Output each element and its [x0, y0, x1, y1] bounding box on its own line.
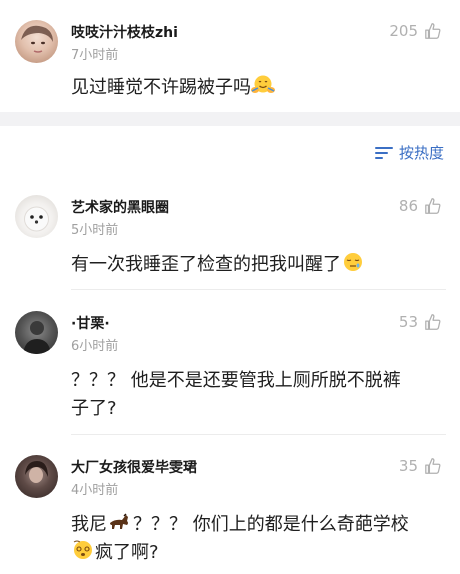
sleepy-face-icon: [344, 253, 362, 271]
like-count: 86: [398, 197, 418, 215]
comment-text-content: ？？？ 你们上的都是什么奇葩学校: [133, 514, 409, 535]
like-count: 205: [389, 22, 418, 40]
avatar[interactable]: [15, 195, 58, 238]
comment-text: ？？？ 他是不是还要管我上厕所脱不脱裤 子了?: [71, 367, 443, 423]
comment-text-content: 我尼: [71, 514, 107, 535]
thumbs-up-icon: [425, 458, 441, 474]
dog-avatar-icon: [24, 206, 49, 232]
thumbs-up-icon: [425, 23, 441, 39]
timestamp: 4小时前: [71, 483, 119, 498]
dizzy-face-icon: [73, 540, 92, 559]
timestamp: 5小时前: [71, 223, 119, 238]
thumbs-up-icon: [425, 314, 441, 330]
like-count: 35: [398, 457, 418, 475]
like-button[interactable]: 86: [399, 197, 442, 215]
horse-icon: [110, 513, 128, 529]
username[interactable]: 大厂女孩很爱毕雯珺: [71, 457, 197, 477]
username[interactable]: 吱吱汁汁枝枝zhi: [71, 22, 178, 42]
comment-text-line: 我尼 ？？？ 你们上的都是什么奇葩学校: [71, 511, 443, 539]
comment-text: 我尼 ？？？ 你们上的都是什么奇葩学校 疯了啊?: [71, 511, 443, 567]
person-avatar-icon: [23, 321, 51, 354]
original-post: 吱吱汁汁枝枝zhi 7小时前 205 见过睡觉不许踢被子吗: [0, 0, 460, 112]
username[interactable]: ·甘栗·: [71, 313, 110, 333]
avatar[interactable]: [15, 20, 58, 63]
sort-label: 按热度: [398, 144, 444, 162]
comment-text-line: 子了?: [71, 398, 117, 419]
comment-text-line: 疯了啊?: [71, 539, 443, 567]
avatar[interactable]: [15, 311, 58, 354]
divider: [71, 434, 446, 435]
comment-text-content: 疯了啊?: [95, 542, 159, 563]
post-text-content: 见过睡觉不许踢被子吗: [71, 77, 251, 98]
post-text: 见过睡觉不许踢被子吗: [71, 74, 443, 102]
username[interactable]: 艺术家的黑眼圈: [71, 197, 169, 217]
comment-text-content: 有一次我睡歪了检查的把我叫醒了: [71, 254, 341, 275]
timestamp: 7小时前: [71, 48, 119, 63]
comment-text-line: ？？？ 他是不是还要管我上厕所脱不脱裤: [71, 370, 401, 391]
like-button[interactable]: 205: [389, 22, 442, 40]
person-avatar-icon: [25, 461, 48, 483]
like-count: 53: [398, 313, 418, 331]
like-button[interactable]: 35: [399, 457, 442, 475]
avatar-face-icon: [21, 25, 53, 53]
hugging-face-icon: [251, 75, 275, 93]
sort-lines-icon: [374, 146, 393, 160]
divider: [71, 289, 446, 290]
thumbs-up-icon: [425, 198, 441, 214]
sort-button[interactable]: 按热度: [374, 142, 444, 163]
section-gap: [0, 112, 460, 126]
comment-text: 有一次我睡歪了检查的把我叫醒了: [71, 251, 443, 279]
timestamp: 6小时前: [71, 339, 119, 354]
like-button[interactable]: 53: [399, 313, 442, 331]
avatar[interactable]: [15, 455, 58, 498]
